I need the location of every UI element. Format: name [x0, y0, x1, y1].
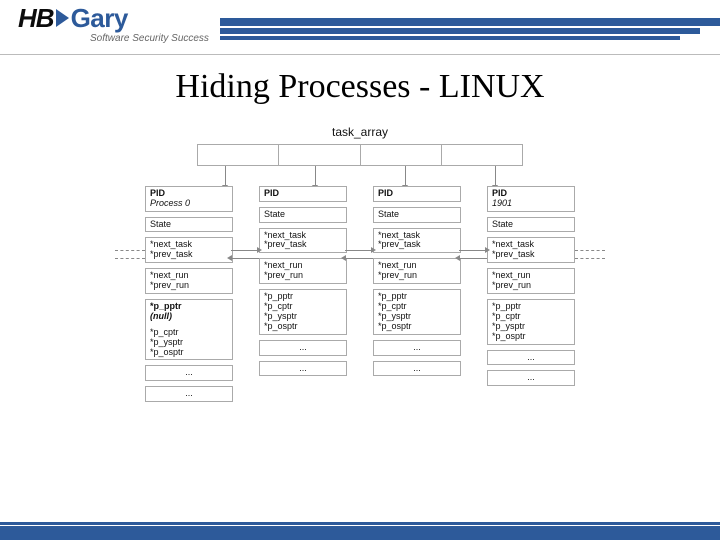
logo: HB Gary	[18, 5, 128, 31]
pid-box: PID	[259, 186, 347, 202]
state-box: State	[373, 207, 461, 223]
state-box: State	[259, 207, 347, 223]
logo-arrow-icon	[56, 9, 69, 27]
p-pptr-null: (null)	[150, 311, 172, 321]
task-struct-columns: PID Process 0 State *next_task *prev_tas…	[145, 186, 575, 407]
task-struct-col: PID 1901 State *next_task *prev_task *ne…	[487, 186, 575, 407]
pid-box: PID Process 0	[145, 186, 233, 212]
pid-label: PID	[264, 188, 279, 198]
array-pointer-arrow	[495, 166, 496, 186]
state-box: State	[487, 217, 575, 233]
task-array-cell	[198, 145, 279, 165]
prev-run-ptr: *prev_run	[378, 271, 456, 281]
array-pointer-arrow	[405, 166, 406, 186]
more-box: ...	[373, 340, 461, 356]
task-array	[197, 144, 523, 166]
task-array-cell	[279, 145, 360, 165]
pid-value: 1901	[492, 198, 512, 208]
more-box: ...	[487, 350, 575, 366]
logo-gary-text: Gary	[71, 5, 128, 31]
pid-box: PID	[373, 186, 461, 202]
run-links-box: *next_run *prev_run	[373, 258, 461, 284]
ptrs-box: *p_pptr (null) *p_cptr *p_ysptr *p_osptr	[145, 299, 233, 360]
p-pptr: *p_pptr	[150, 301, 182, 311]
pid-label: PID	[492, 188, 507, 198]
task-array-cell	[442, 145, 522, 165]
array-pointer-arrow	[225, 166, 226, 186]
task-linked-list-arrows	[115, 250, 605, 252]
ptrs-box: *p_pptr *p_cptr *p_ysptr *p_osptr	[487, 299, 575, 345]
footer-bar	[0, 526, 720, 540]
prev-run-ptr: *prev_run	[492, 281, 570, 291]
array-pointer-arrow	[315, 166, 316, 186]
ptrs-box: *p_pptr *p_cptr *p_ysptr *p_osptr	[259, 289, 347, 335]
state-box: State	[145, 217, 233, 233]
ptrs-box: *p_pptr *p_cptr *p_ysptr *p_osptr	[373, 289, 461, 335]
more-box: ...	[373, 361, 461, 377]
p-osptr: *p_osptr	[492, 332, 570, 342]
prev-run-ptr: *prev_run	[150, 281, 228, 291]
task-array-cell	[361, 145, 442, 165]
task-array-label: task_array	[145, 126, 575, 139]
diagram: task_array PID Process 0 State *next_tas…	[145, 126, 575, 496]
run-links-box: *next_run *prev_run	[487, 268, 575, 294]
footer-accent	[0, 522, 720, 525]
header-stripes	[220, 18, 720, 42]
p-osptr: *p_osptr	[264, 322, 342, 332]
prev-task-ptr: *prev_task	[492, 250, 570, 260]
prev-task-ptr: *prev_task	[150, 250, 228, 260]
more-box: ...	[145, 365, 233, 381]
more-box: ...	[487, 370, 575, 386]
logo-hb-text: HB	[18, 5, 54, 31]
p-osptr: *p_osptr	[150, 348, 228, 358]
pid-label: PID	[378, 188, 393, 198]
task-struct-col: PID State *next_task *prev_task *next_ru…	[259, 186, 347, 407]
task-struct-col: PID Process 0 State *next_task *prev_tas…	[145, 186, 233, 407]
more-box: ...	[145, 386, 233, 402]
tagline: Software Security Success	[90, 34, 209, 44]
pid-box: PID 1901	[487, 186, 575, 212]
run-links-box: *next_run *prev_run	[145, 268, 233, 294]
slide-title: Hiding Processes - LINUX	[0, 67, 720, 108]
run-links-box: *next_run *prev_run	[259, 258, 347, 284]
pid-label: PID	[150, 188, 165, 198]
more-box: ...	[259, 340, 347, 356]
pid-value: Process 0	[150, 198, 190, 208]
p-osptr: *p_osptr	[378, 322, 456, 332]
more-box: ...	[259, 361, 347, 377]
header-bar: HB Gary Software Security Success	[0, 0, 720, 55]
prev-run-ptr: *prev_run	[264, 271, 342, 281]
task-struct-col: PID State *next_task *prev_task *next_ru…	[373, 186, 461, 407]
